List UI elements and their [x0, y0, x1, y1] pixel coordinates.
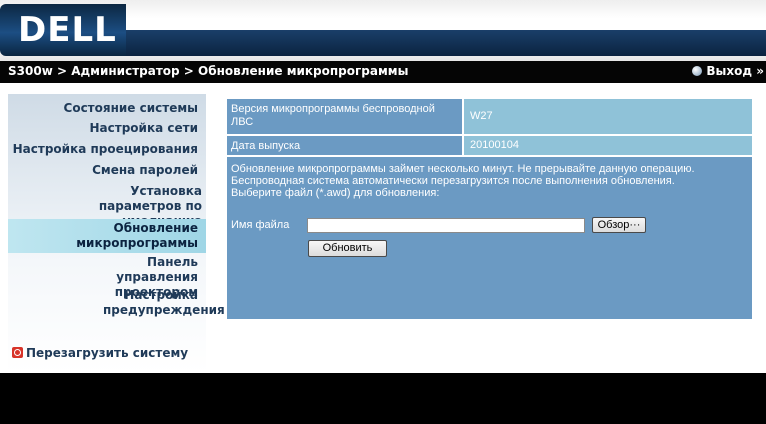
- update-notice: Обновление микропрограммы займет несколь…: [231, 163, 695, 187]
- sidebar-item-firmware-update[interactable]: Обновление микропрограммы: [8, 219, 206, 253]
- logout-label: Выход »: [706, 64, 764, 78]
- sidebar-item-projection-settings[interactable]: Настройка проецирования: [8, 142, 198, 157]
- logout-icon: [692, 66, 703, 76]
- footer-bar: [0, 373, 766, 424]
- release-date-value: 20100104: [464, 136, 752, 155]
- breadcrumb: S300w > Администратор > Обновление микро…: [8, 64, 409, 78]
- dell-logo-block: DELL: [0, 4, 126, 56]
- version-label: Версия микропрограммы беспроводной ЛВС: [227, 99, 462, 134]
- file-name-input[interactable]: [307, 218, 585, 233]
- breadcrumb-bar: S300w > Администратор > Обновление микро…: [0, 61, 766, 83]
- update-block: Обновление микропрограммы займет несколь…: [227, 157, 752, 319]
- sidebar-item-network-settings[interactable]: Настройка сети: [8, 121, 199, 136]
- browse-button[interactable]: Обзор···: [592, 217, 646, 233]
- header-banner: DELL: [0, 0, 766, 61]
- power-icon: [12, 347, 23, 358]
- dell-logo: DELL: [18, 10, 117, 50]
- header-band: [126, 30, 766, 56]
- select-file-prompt: Выберите файл (*.awd) для обновления:: [231, 187, 440, 199]
- sidebar-item-system-status[interactable]: Состояние системы: [8, 101, 198, 116]
- sidebar: Состояние системы Настройка сети Настрой…: [8, 94, 225, 373]
- release-date-label: Дата выпуска: [227, 136, 462, 155]
- sidebar-item-alert-settings[interactable]: Настройка предупреждения: [8, 288, 225, 318]
- release-date-row: Дата выпуска 20100104: [227, 136, 752, 155]
- version-row: Версия микропрограммы беспроводной ЛВС W…: [227, 99, 752, 134]
- file-name-label: Имя файла: [231, 219, 290, 231]
- restart-system-link[interactable]: Перезагрузить систему: [12, 346, 188, 360]
- logout-link[interactable]: Выход »: [692, 64, 764, 78]
- sidebar-item-change-password[interactable]: Смена паролей: [8, 163, 198, 178]
- version-value: W27: [464, 99, 752, 134]
- update-button[interactable]: Обновить: [308, 240, 387, 257]
- restart-system-label: Перезагрузить систему: [26, 346, 189, 360]
